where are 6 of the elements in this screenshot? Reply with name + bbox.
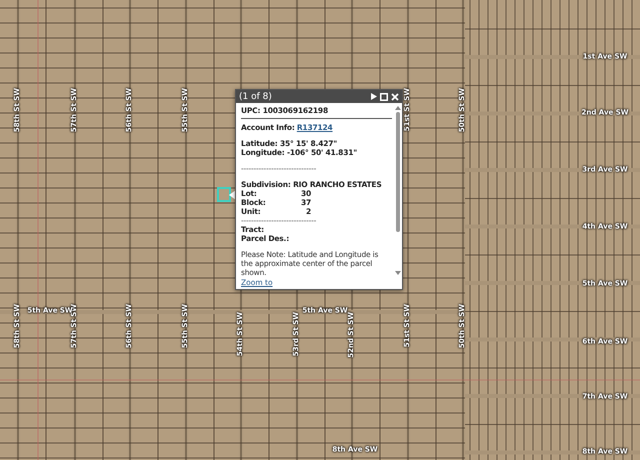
close-icon[interactable] <box>391 92 399 100</box>
maximize-icon[interactable] <box>380 92 388 100</box>
scroll-up-icon[interactable] <box>395 106 401 110</box>
scroll-down-icon[interactable] <box>395 271 401 275</box>
popup-title: (1 of 8) <box>239 92 273 102</box>
next-icon[interactable] <box>371 93 377 100</box>
